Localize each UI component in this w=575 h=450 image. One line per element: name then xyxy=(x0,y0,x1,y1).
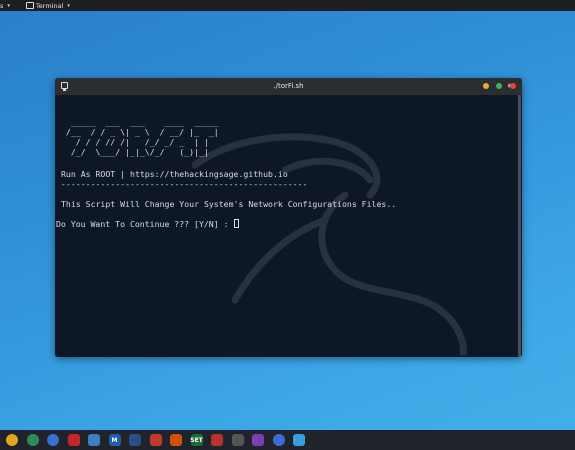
activities-menu[interactable]: s ▾ xyxy=(0,2,16,10)
maltego-label: M xyxy=(111,436,118,444)
chevron-down-icon: ▾ xyxy=(67,2,70,9)
prompt-line: Do You Want To Continue ??? [Y/N] : xyxy=(56,219,240,229)
terminal-icon xyxy=(25,2,34,9)
chevron-down-icon: ▾ xyxy=(7,2,10,9)
cross-icon[interactable] xyxy=(231,434,244,446)
maximize-button[interactable] xyxy=(496,83,502,89)
eye-icon[interactable] xyxy=(47,434,59,446)
terminal-content[interactable]: _____ ___ ___ ____ _____ /__ / / _ \| _ … xyxy=(55,95,522,357)
text-cursor[interactable] xyxy=(234,219,240,228)
chrome-icon[interactable] xyxy=(6,434,18,446)
scrollbar[interactable] xyxy=(518,95,521,357)
set-icon[interactable]: SET xyxy=(190,434,203,446)
dock xyxy=(0,430,575,450)
screen-icon[interactable] xyxy=(252,434,264,446)
sqlmap-icon[interactable] xyxy=(170,434,182,446)
banner-line-1: _____ ___ ___ ____ _____ xyxy=(61,117,219,127)
warning-line: This Script Will Change Your System's Ne… xyxy=(61,199,397,209)
banner-line-4: /_/ \___/ |_|_\/_/ (_)|_| xyxy=(61,147,209,157)
apps-grid-icon[interactable] xyxy=(293,434,305,446)
terminal-app-label: Terminal xyxy=(35,1,64,10)
top-panel: s ▾ Terminal ▾ xyxy=(0,0,575,11)
banner-line-2: /__ / / _ \| _ \ / __/ |_ _| xyxy=(61,127,219,137)
scrollbar-thumb[interactable] xyxy=(518,95,521,357)
set-label: SET xyxy=(190,436,203,444)
close-button[interactable] xyxy=(510,83,516,89)
metasploit-icon[interactable] xyxy=(88,434,100,446)
maltego-icon[interactable]: M xyxy=(108,434,121,446)
prompt-text: Do You Want To Continue ??? [Y/N] : xyxy=(56,219,234,229)
banner-line-3: / / / // /| /_/ _/ _ | | xyxy=(61,137,209,147)
terminal-window: ./torFi.sh ≡ _____ ___ ___ ____ _____ /_… xyxy=(55,78,522,357)
window-titlebar[interactable]: ./torFi.sh ≡ xyxy=(55,78,522,95)
minimize-button[interactable] xyxy=(483,83,489,89)
window-title: ./torFi.sh xyxy=(273,82,304,90)
target-icon[interactable] xyxy=(211,434,223,446)
kali-dragon-watermark xyxy=(191,133,467,355)
burp-icon[interactable] xyxy=(149,434,162,446)
separator-line: ----------------------------------------… xyxy=(61,179,308,189)
terminal-app-menu[interactable]: Terminal ▾ xyxy=(36,2,76,10)
run-as-root-line: Run As ROOT | https://thehackingsage.git… xyxy=(61,169,288,179)
activities-label: s xyxy=(0,1,4,10)
dragon-icon[interactable] xyxy=(129,434,141,446)
chromium-icon[interactable] xyxy=(26,434,39,446)
red-tool-icon[interactable] xyxy=(67,434,80,446)
settings-gear-icon[interactable] xyxy=(272,434,285,446)
